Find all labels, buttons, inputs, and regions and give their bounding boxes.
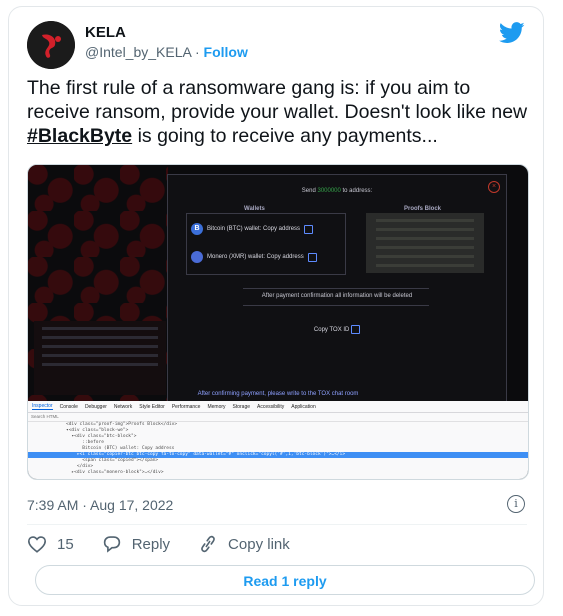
action-bar: 15 Reply Copy link [27, 535, 318, 553]
btc-wallet-label: Bitcoin (BTC) wallet: Copy address [207, 226, 301, 232]
devtools-tab: Debugger [84, 403, 107, 410]
tweet-timestamp[interactable]: 7:39 AM · Aug 17, 2022 [27, 497, 173, 513]
blurred-line [42, 336, 158, 339]
devtools-tab: Accessibility [257, 403, 285, 410]
blurred-line [42, 363, 158, 366]
bitcoin-icon: B [191, 223, 203, 235]
devtools-tab: Performance [171, 403, 201, 410]
copy-icon [351, 325, 361, 334]
twitter-bird-icon[interactable] [499, 22, 525, 44]
devtools-search: Search HTML [28, 413, 528, 422]
devtools-tab: Memory [207, 403, 226, 410]
confirm-message: After confirming payment, please write t… [197, 391, 359, 397]
reply-button[interactable]: Reply [102, 535, 170, 553]
avatar[interactable] [27, 21, 75, 69]
tweet-card: KELA @Intel_by_KELA · Follow The first r… [8, 6, 544, 606]
copy-link-button[interactable]: Copy link [198, 535, 290, 553]
proof-image [366, 213, 484, 273]
info-icon[interactable]: i [507, 495, 525, 513]
payment-modal: Send 3000000 to address: × Wallets Proof… [167, 174, 507, 404]
devtools-tab: Inspector [32, 403, 53, 410]
like-count: 15 [57, 535, 74, 553]
payment-info: After payment confirmation all informati… [261, 293, 413, 299]
devtools-code: <div class="proof-img">Proofs Block</div… [28, 422, 528, 476]
reply-icon [103, 536, 120, 553]
blurred-line [42, 354, 158, 357]
author-handle[interactable]: @Intel_by_KELA [85, 44, 191, 60]
tweet-text-end: is going to receive any payments... [132, 125, 438, 147]
divider [243, 288, 429, 289]
send-prefix: Send [301, 188, 316, 194]
divider [27, 524, 527, 525]
copy-tox-label: Copy TOX ID [313, 327, 350, 334]
btc-wallet-row: B Bitcoin (BTC) wallet: Copy address [191, 223, 314, 235]
reply-label: Reply [131, 535, 171, 553]
copy-tox-id: Copy TOX ID [168, 325, 506, 334]
close-icon: × [488, 181, 500, 193]
side-panel [34, 321, 166, 395]
proofs-heading: Proofs Block [404, 206, 442, 212]
tweet-text: The first rule of a ransomware gang is: … [27, 76, 531, 148]
blurred-line [42, 345, 158, 348]
blurred-line [376, 219, 474, 222]
devtools-tab: Application [291, 403, 316, 410]
follow-button[interactable]: Follow [204, 44, 248, 60]
wallets-heading: Wallets [244, 206, 265, 212]
hashtag-link[interactable]: #BlackByte [27, 125, 132, 147]
send-amount: 3000000 [317, 188, 341, 194]
blurred-line [376, 246, 474, 249]
devtools-tab: Console [59, 403, 78, 410]
blurred-line [376, 264, 474, 267]
like-button[interactable]: 15 [27, 535, 74, 553]
author-name[interactable]: KELA [85, 24, 126, 41]
monero-icon [191, 251, 203, 263]
devtools-tab: Storage [232, 403, 251, 410]
blurred-line [376, 228, 474, 231]
kela-logo-icon [27, 21, 75, 69]
copy-link-label: Copy link [228, 535, 290, 553]
blurred-line [42, 327, 158, 330]
code-line: ▸<div class="monero-block">…</div> [66, 470, 164, 475]
read-reply-button[interactable]: Read 1 reply [35, 565, 535, 595]
xmr-wallet-row: Monero (XMR) wallet: Copy address [191, 251, 317, 263]
devtools-panel: Inspector Console Debugger Network Style… [28, 401, 528, 479]
heart-icon [27, 536, 47, 553]
wallets-box: B Bitcoin (BTC) wallet: Copy address Mon… [186, 213, 346, 275]
tweet-text-start: The first rule of a ransomware gang is: … [27, 77, 528, 123]
copy-icon [307, 252, 317, 262]
devtools-tab: Network [113, 403, 133, 410]
send-text: Send 3000000 to address: [168, 188, 506, 194]
send-suffix: to address: [342, 188, 373, 194]
blurred-line [376, 255, 474, 258]
devtools-tabs: Inspector Console Debugger Network Style… [28, 401, 528, 413]
copy-icon [304, 224, 314, 234]
xmr-wallet-label: Monero (XMR) wallet: Copy address [207, 254, 304, 260]
devtools-tab: Style Editor [139, 403, 165, 410]
blurred-line [376, 237, 474, 240]
author-handle-line: @Intel_by_KELA · Follow [85, 44, 248, 60]
tweet-image[interactable]: Send 3000000 to address: × Wallets Proof… [27, 164, 529, 480]
handle-separator: · [191, 44, 204, 60]
divider [243, 305, 429, 306]
link-icon [201, 535, 215, 553]
